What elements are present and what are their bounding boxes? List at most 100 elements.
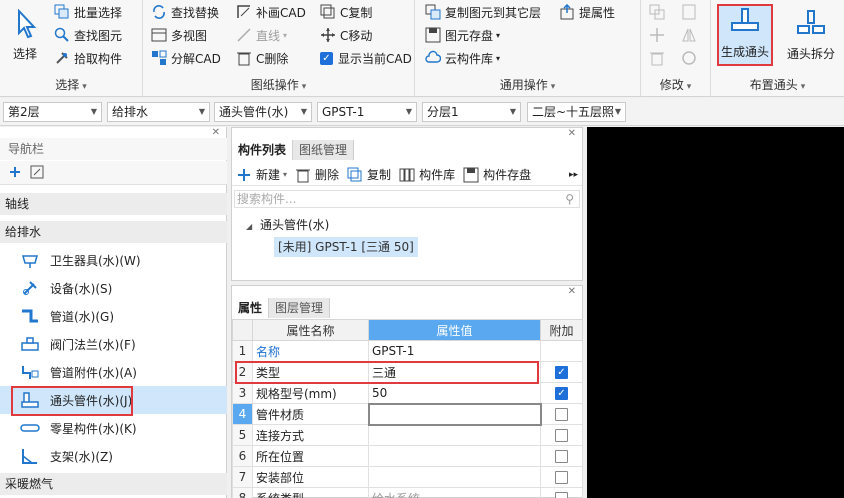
nav-item-sanitary[interactable]: 卫生器具(水)(W) — [0, 246, 227, 274]
component-tabs: 构件列表 图纸管理 — [232, 140, 355, 160]
property-name: 管件材质 — [252, 403, 369, 425]
nav-item-support[interactable]: 支架(水)(Z) — [0, 442, 227, 470]
edit-icon[interactable] — [30, 165, 44, 182]
add-icon[interactable] — [8, 165, 22, 182]
show-current-cad-toggle[interactable]: ✓ 显示当前CAD — [320, 47, 412, 69]
explode-cad-button[interactable]: 分解CAD — [151, 47, 221, 69]
table-row[interactable]: 6 所在位置 — [232, 445, 583, 467]
delete-button[interactable]: 删除 — [295, 166, 339, 183]
tab-component-list[interactable]: 构件列表 — [232, 140, 294, 160]
group-common: 复制图元到其它层 图元存盘 ▾ 云构件库 ▾ 提属性 通用操作 ▾ — [415, 0, 641, 97]
element-save-button[interactable]: 图元存盘 ▾ — [425, 24, 500, 46]
nav-item-valve[interactable]: 阀门法兰(水)(F) — [0, 330, 227, 358]
table-row[interactable]: 5 连接方式 — [232, 424, 583, 446]
property-value[interactable]: 三通 — [368, 361, 541, 383]
property-value[interactable] — [368, 466, 541, 488]
find-replace-label: 查找替换 — [171, 5, 220, 20]
extra-checkbox[interactable] — [555, 408, 569, 421]
rotate-disabled-icon[interactable] — [681, 50, 697, 69]
table-row[interactable]: 7 安装部位 — [232, 466, 583, 488]
new-button[interactable]: 新建 ▾ — [236, 166, 287, 183]
generate-tee-button[interactable]: 生成通头 — [717, 4, 773, 66]
copy-to-layer-label: 复制图元到其它层 — [445, 5, 542, 20]
drawing-select[interactable]: 二层~十五层照 ▼ — [527, 102, 626, 122]
move-disabled-icon[interactable] — [649, 27, 665, 46]
floor-select[interactable]: 第2层 ▼ — [3, 102, 102, 122]
extra-checkbox[interactable]: ✓ — [555, 387, 568, 400]
group-modify-label: 修改 ▾ — [659, 78, 692, 92]
property-value[interactable]: GPST-1 — [368, 340, 541, 362]
delete-disabled-icon[interactable] — [649, 50, 665, 69]
multi-view-button[interactable]: 多视图 — [151, 24, 207, 46]
find-element-label: 查找图元 — [74, 28, 123, 43]
split-tee-button[interactable]: 通头拆分 — [783, 4, 839, 66]
layer-select[interactable]: 分层1 ▼ — [422, 102, 521, 122]
tab-layer-management[interactable]: 图层管理 — [269, 298, 331, 318]
property-value[interactable]: 50 — [368, 382, 541, 404]
c-move-button[interactable]: C移动 — [320, 24, 372, 46]
nav-item-misc[interactable]: 零星构件(水)(K) — [0, 414, 227, 442]
file-disabled-icon[interactable] — [681, 4, 697, 23]
tab-properties[interactable]: 属性 — [232, 298, 270, 318]
nav-item-label: 支架(水)(Z) — [50, 449, 113, 464]
redraw-cad-button[interactable]: 补画CAD — [236, 1, 306, 23]
component-library-button[interactable]: 构件库 — [399, 166, 455, 183]
nav-item-pipe[interactable]: 管道(水)(G) — [0, 302, 227, 330]
line-label: 直线 — [256, 28, 281, 43]
pick-component-button[interactable]: 拾取构件 — [54, 47, 122, 69]
extra-checkbox[interactable] — [555, 429, 568, 442]
property-value[interactable] — [368, 445, 541, 467]
nav-section-heating[interactable]: 采暖燃气 — [0, 473, 227, 495]
close-icon[interactable]: ✕ — [212, 127, 220, 138]
extra-checkbox[interactable] — [555, 492, 568, 498]
copy-to-layer-button[interactable]: 复制图元到其它层 — [425, 1, 541, 23]
nav-section-plumbing[interactable]: 给排水 — [0, 221, 227, 243]
more-icon[interactable]: ▸▸ — [569, 170, 578, 180]
component-save-button[interactable]: 构件存盘 — [463, 166, 531, 183]
search-icon[interactable]: ⚲ — [565, 191, 574, 207]
line-button[interactable]: 直线 ▾ — [236, 24, 287, 46]
chevron-down-icon: ▼ — [198, 107, 205, 116]
tree-root[interactable]: ◢ 通头管件(水) — [246, 216, 329, 233]
tee-split-icon — [795, 9, 827, 39]
table-row[interactable]: 2 类型 三通 ✓ — [232, 361, 583, 383]
discipline-select[interactable]: 给排水 ▼ — [107, 102, 210, 122]
find-element-button[interactable]: 查找图元 — [54, 24, 122, 46]
copy-button[interactable]: 复制 — [347, 166, 391, 183]
select-button[interactable]: 选择 — [4, 4, 46, 66]
component-select[interactable]: GPST-1 ▼ — [317, 102, 417, 122]
component-library-label: 构件库 — [419, 168, 456, 182]
extra-checkbox[interactable] — [555, 471, 568, 484]
close-icon[interactable]: ✕ — [568, 128, 576, 139]
table-row[interactable]: 8 系统类型 给水系统 — [232, 487, 583, 498]
extra-checkbox[interactable]: ✓ — [555, 366, 568, 379]
tree-leaf[interactable]: [未用] GPST-1 [三通 50] — [274, 237, 418, 257]
nav-item-pipe-fitting[interactable]: 管道附件(水)(A) — [0, 358, 227, 386]
property-value-input[interactable] — [367, 402, 542, 426]
extract-property-button[interactable]: 提属性 — [559, 1, 615, 23]
property-value[interactable] — [368, 424, 541, 446]
extra-checkbox[interactable] — [555, 450, 568, 463]
mirror-disabled-icon[interactable] — [681, 27, 697, 46]
component-type-select[interactable]: 通头管件(水) ▼ — [214, 102, 312, 122]
expand-icon[interactable]: ◢ — [246, 222, 252, 231]
drawing-canvas[interactable] — [587, 127, 844, 498]
property-value[interactable]: 给水系统 — [368, 487, 541, 498]
pipe-fitting-icon — [20, 363, 40, 381]
find-replace-button[interactable]: 查找替换 — [151, 1, 219, 23]
c-delete-button[interactable]: C删除 — [236, 47, 288, 69]
component-search-input[interactable]: 搜索构件... ⚲ — [234, 190, 580, 208]
nav-section-axis[interactable]: 轴线 — [0, 193, 227, 215]
cloud-library-button[interactable]: 云构件库 ▾ — [425, 47, 500, 69]
nav-item-equipment[interactable]: 设备(水)(S) — [0, 274, 227, 302]
table-row[interactable]: 3 规格型号(mm) 50 ✓ — [232, 382, 583, 404]
table-row[interactable]: 1 名称 GPST-1 — [232, 340, 583, 362]
batch-select-button[interactable]: 批量选择 — [54, 1, 122, 23]
copy-disabled-icon[interactable] — [649, 4, 665, 23]
nav-item-tee-fitting[interactable]: 通头管件(水)(J) — [0, 386, 227, 414]
table-row[interactable]: 4 管件材质 — [232, 402, 583, 426]
c-copy-button[interactable]: C复制 — [320, 1, 372, 23]
tab-drawing-management[interactable]: 图纸管理 — [293, 140, 355, 160]
line-dropdown-icon: ▾ — [283, 30, 288, 40]
close-icon[interactable]: ✕ — [568, 286, 576, 297]
